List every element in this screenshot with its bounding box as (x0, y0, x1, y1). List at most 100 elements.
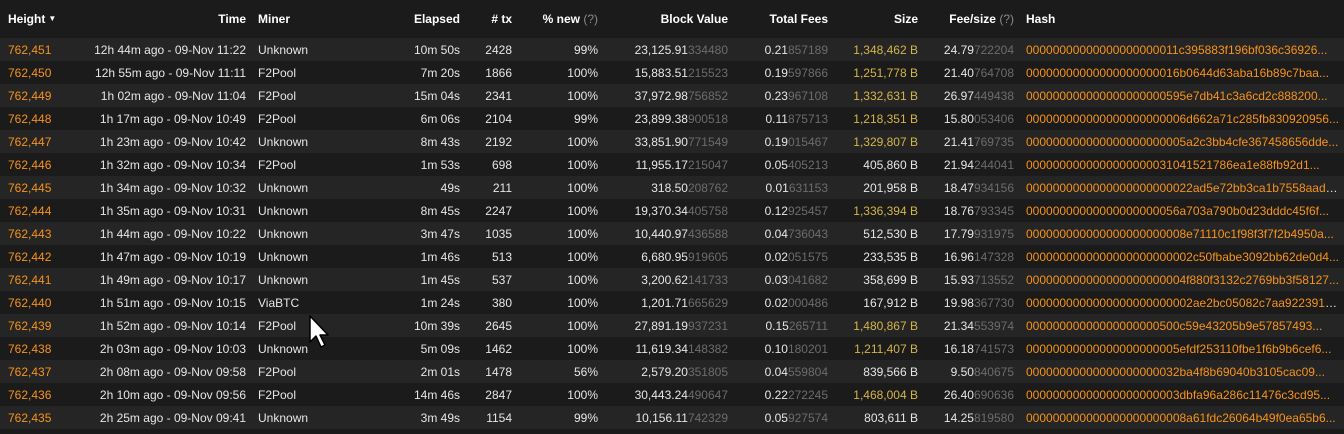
table-row[interactable]: 762,447 1h 23m ago - 09-Nov 10:42 Unknown 8… (0, 130, 1344, 153)
block-hash-link[interactable]: 00000000000000000000005efdf253110fbe1f6b… (1026, 342, 1331, 356)
time-cell: 1h 35m ago - 09-Nov 10:31 (99, 203, 246, 218)
block-height-link[interactable]: 762,440 (8, 296, 51, 310)
column-header-time[interactable]: Time (78, 0, 250, 38)
tx-count-cell: 2847 (485, 387, 512, 402)
total-fees-main: 0.03 (764, 272, 788, 287)
table-row[interactable]: 762,448 1h 17m ago - 09-Nov 10:49 F2Pool 6m… (0, 107, 1344, 130)
column-header-block-value[interactable]: Block Value (602, 0, 732, 38)
tx-count-cell: 1154 (486, 410, 512, 425)
total-fees-dim: 631153 (788, 180, 828, 195)
total-fees-dim: 000486 (787, 295, 828, 310)
block-hash-link[interactable]: 000000000000000000000004f880f3132c2769bb… (1026, 273, 1339, 287)
block-hash-link[interactable]: 0000000000000000000000022ad5e72bb3ca1b75… (1026, 181, 1342, 195)
table-row[interactable]: 762,450 12h 55m ago - 09-Nov 11:11 F2Pool 7… (0, 61, 1344, 84)
block-height-link[interactable]: 762,439 (8, 319, 51, 333)
block-hash-link[interactable]: 00000000000000000000011c395883f196bf036c… (1026, 43, 1327, 57)
block-hash-link[interactable]: 00000000000000000000500c59e43205b9e57857… (1026, 319, 1322, 333)
fee-size-main: 18.47 (943, 180, 974, 195)
pct-new-cell: 99% (573, 42, 598, 57)
table-row[interactable]: 762,436 2h 10m ago - 09-Nov 09:56 F2Pool 14… (0, 383, 1344, 406)
block-height-link[interactable]: 762,447 (8, 135, 51, 149)
block-value-dim: 937231 (687, 318, 728, 333)
mouse-pointer-icon (309, 315, 329, 348)
miner-cell: F2Pool (258, 65, 297, 80)
table-row[interactable]: 762,440 1h 51m ago - 09-Nov 10:15 ViaBTC 1m… (0, 291, 1344, 314)
block-height-link[interactable]: 762,436 (8, 388, 51, 402)
block-height-link[interactable]: 762,450 (8, 66, 51, 80)
table-row[interactable]: 762,449 1h 02m ago - 09-Nov 11:04 F2Pool 15… (0, 84, 1344, 107)
block-height-link[interactable]: 762,448 (8, 112, 51, 126)
tx-count-cell: 2428 (485, 42, 512, 57)
table-row[interactable]: 762,435 2h 25m ago - 09-Nov 09:41 Unknown 3… (0, 406, 1344, 429)
total-fees-cell: 0.23967108 (732, 84, 832, 107)
block-hash-link[interactable]: 00000000000000000000056a703a790b0d23dddc… (1026, 204, 1329, 218)
column-header-height[interactable]: Height ▼ (0, 0, 78, 38)
total-fees-dim: 041682 (787, 272, 828, 287)
block-value-dim: 771549 (687, 134, 728, 149)
total-fees-cell: 0.04559804 (732, 360, 832, 383)
block-height-link[interactable]: 762,442 (8, 250, 51, 264)
block-height-link[interactable]: 762,443 (8, 227, 51, 241)
fee-size-help-icon[interactable]: (?) (999, 12, 1014, 26)
block-hash-link[interactable]: 000000000000000000000006d662a71c285fb830… (1026, 112, 1339, 126)
block-hash-link[interactable]: 0000000000000000000000002ae2bc05082c7aa9… (1026, 296, 1344, 310)
column-header-elapsed[interactable]: Elapsed (352, 0, 464, 38)
table-row[interactable]: 762,445 1h 34m ago - 09-Nov 10:32 Unknown 4… (0, 176, 1344, 199)
block-value-main: 6,680.95 (641, 249, 688, 264)
time-cell: 2h 25m ago - 09-Nov 09:41 (99, 410, 246, 425)
block-height-link[interactable]: 762,441 (8, 273, 51, 287)
size-cell: 1,348,462 B (853, 42, 918, 57)
table-row[interactable]: 762,446 1h 32m ago - 09-Nov 10:34 F2Pool 1m… (0, 153, 1344, 176)
table-row[interactable]: 762,444 1h 35m ago - 09-Nov 10:31 Unknown 8… (0, 199, 1344, 222)
total-fees-dim: 875713 (787, 111, 828, 126)
pct-new-cell: 100% (567, 387, 598, 402)
column-header-tx-count[interactable]: # tx (464, 0, 516, 38)
total-fees-cell: 0.02051575 (732, 245, 832, 268)
block-value-cell: 6,680.95919605 (602, 245, 732, 268)
table-row[interactable]: 762,451 12h 44m ago - 09-Nov 11:22 Unknown… (0, 38, 1344, 61)
pct-new-help-icon[interactable]: (?) (583, 12, 598, 26)
block-hash-link[interactable]: 000000000000000000000008e71110c1f98f3f7f… (1026, 227, 1334, 241)
block-hash-link[interactable]: 00000000000000000000016b0644d63aba16b89c… (1026, 66, 1329, 80)
block-height-link[interactable]: 762,446 (8, 158, 51, 172)
time-cell: 1h 47m ago - 09-Nov 10:19 (99, 249, 246, 264)
block-value-main: 1,201.71 (641, 295, 688, 310)
block-hash-link[interactable]: 000000000000000000000005a2c3bb4cfe367458… (1026, 135, 1338, 149)
block-height-link[interactable]: 762,435 (8, 411, 51, 425)
fee-size-main: 24.79 (943, 42, 974, 57)
table-row[interactable]: 762,438 2h 03m ago - 09-Nov 10:03 Unknown 5… (0, 337, 1344, 360)
column-header-hash[interactable]: Hash (1018, 0, 1344, 38)
block-hash-link[interactable]: 000000000000000000000008a61fdc26064b49f0… (1026, 411, 1336, 425)
time-cell: 2h 08m ago - 09-Nov 09:58 (99, 364, 246, 379)
block-hash-link[interactable]: 00000000000000000000032ba4f8b69040b3105c… (1026, 365, 1325, 379)
total-fees-cell: 0.21857189 (732, 38, 832, 61)
total-fees-main: 0.02 (764, 295, 788, 310)
block-hash-link[interactable]: 0000000000000000000031041521786ea1e88fb9… (1026, 158, 1320, 172)
column-header-total-fees[interactable]: Total Fees (732, 0, 832, 38)
column-header-pct-new[interactable]: % new (?) (516, 0, 602, 38)
block-hash-link[interactable]: 00000000000000000000003dbfa96a286c11476c… (1026, 388, 1330, 402)
table-row[interactable]: 762,441 1h 49m ago - 09-Nov 10:17 Unknown 1… (0, 268, 1344, 291)
table-row[interactable]: 762,443 1h 44m ago - 09-Nov 10:22 Unknown 3… (0, 222, 1344, 245)
block-height-link[interactable]: 762,451 (8, 43, 51, 57)
block-height-link[interactable]: 762,445 (8, 181, 51, 195)
column-header-size[interactable]: Size (832, 0, 922, 38)
block-height-link[interactable]: 762,438 (8, 342, 51, 356)
block-hash-link[interactable]: 000000000000000000000595e7db41c3a6cd2c88… (1026, 89, 1328, 103)
block-value-dim: 405758 (687, 203, 728, 218)
time-cell: 2h 10m ago - 09-Nov 09:56 (99, 387, 246, 402)
hash-cell: 00000000000000000000011c395883f196bf036c… (1018, 38, 1344, 61)
column-header-miner[interactable]: Miner (250, 0, 352, 38)
elapsed-cell: 8m 45s (420, 203, 460, 218)
size-cell: 405,860 B (863, 157, 918, 172)
column-header-fee-size[interactable]: Fee/size (?) (922, 0, 1018, 38)
block-height-link[interactable]: 762,444 (8, 204, 51, 218)
elapsed-cell: 49s (440, 180, 460, 195)
table-row[interactable]: 762,437 2h 08m ago - 09-Nov 09:58 F2Pool 2m… (0, 360, 1344, 383)
block-hash-link[interactable]: 0000000000000000000000002c50fbabe3092bb6… (1026, 250, 1339, 264)
block-height-link[interactable]: 762,449 (8, 89, 51, 103)
block-height-link[interactable]: 762,437 (8, 365, 51, 379)
table-row[interactable]: 762,442 1h 47m ago - 09-Nov 10:19 Unknown 1… (0, 245, 1344, 268)
table-row[interactable]: 762,439 1h 52m ago - 09-Nov 10:14 F2Pool 10… (0, 314, 1344, 337)
total-fees-main: 0.11 (765, 111, 788, 126)
